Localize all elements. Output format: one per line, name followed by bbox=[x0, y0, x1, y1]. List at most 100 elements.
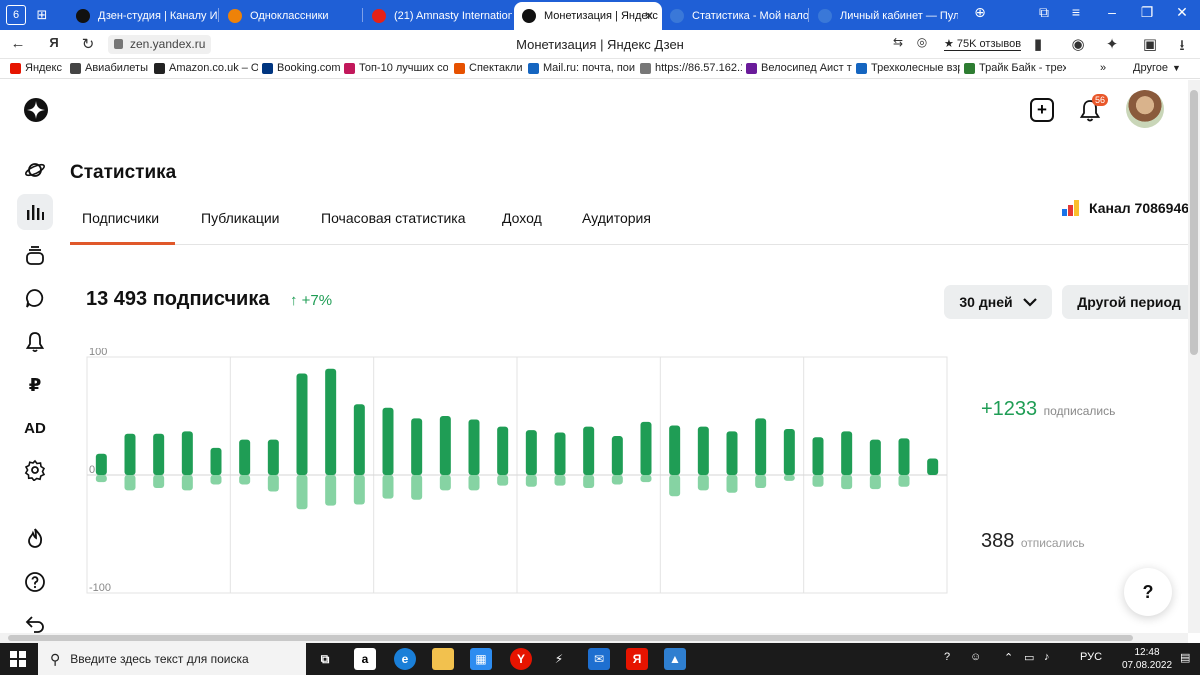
tab-income[interactable]: Доход bbox=[502, 210, 542, 226]
tab-subscribers[interactable]: Подписчики bbox=[82, 210, 159, 226]
horizontal-scrollbar[interactable] bbox=[0, 633, 1188, 643]
undo-icon[interactable] bbox=[17, 606, 53, 633]
bookmark-item[interactable]: Яндекс bbox=[10, 62, 66, 74]
notifications-button[interactable]: 56 bbox=[1078, 94, 1109, 129]
tab-audience[interactable]: Аудитория bbox=[582, 210, 651, 226]
tab-counter-icon[interactable]: 6 bbox=[6, 5, 26, 25]
reload-icon[interactable]: ↻ bbox=[78, 35, 98, 53]
volume-icon[interactable]: ♪ bbox=[1044, 651, 1050, 663]
stats-icon[interactable] bbox=[17, 194, 53, 230]
store-icon[interactable]: ▦ bbox=[470, 648, 492, 670]
bookmark-label: Трайк Байк - трех bbox=[979, 62, 1066, 74]
planet-icon[interactable] bbox=[17, 152, 53, 188]
bar-unsubscribed bbox=[210, 475, 222, 485]
language-indicator[interactable]: РУС bbox=[1080, 651, 1102, 663]
browser-tab[interactable]: Статистика - Мой налог bbox=[662, 3, 808, 28]
windows-start-icon[interactable] bbox=[10, 651, 26, 672]
create-icon[interactable]: + bbox=[1030, 98, 1054, 122]
hscroll-thumb[interactable] bbox=[8, 635, 1133, 641]
close-window-icon[interactable]: ✕ bbox=[1172, 4, 1192, 21]
ruble-icon[interactable]: ₽ bbox=[17, 367, 53, 403]
bookmarks-other[interactable]: Другое ▼ bbox=[1133, 62, 1181, 74]
new-tab-icon[interactable]: ⊕ bbox=[970, 4, 990, 21]
protect-icon[interactable]: ◉ bbox=[1068, 35, 1088, 53]
tab-manager-icon[interactable]: ⧉ bbox=[1034, 4, 1054, 21]
bookmark-item[interactable]: Топ-10 лучших со bbox=[344, 62, 448, 74]
mail-icon[interactable]: ✉ bbox=[588, 648, 610, 670]
bar-unsubscribed bbox=[95, 475, 107, 483]
scroll-thumb[interactable] bbox=[1190, 90, 1198, 355]
bookmark-item[interactable]: https://86.57.162.1 bbox=[640, 62, 742, 74]
menu-icon[interactable]: ≡ bbox=[1066, 4, 1086, 20]
help-button[interactable]: ? bbox=[1124, 568, 1172, 616]
subscribers-chart: 1000-10009 июл14 июл19 июл24 июл29 июл03… bbox=[86, 348, 948, 594]
translate-icon[interactable]: ◎ bbox=[912, 35, 932, 49]
restore-icon[interactable]: ❐ bbox=[1137, 4, 1157, 21]
help-tray-icon[interactable]: ? bbox=[944, 651, 950, 663]
notification-center-icon[interactable]: ▤ bbox=[1180, 651, 1190, 664]
channel-selector[interactable]: Канал 7086946 bbox=[1062, 200, 1188, 216]
clock[interactable]: 12:48 07.08.2022 bbox=[1122, 646, 1172, 672]
amazon-icon[interactable]: a bbox=[354, 648, 376, 670]
explorer-icon[interactable] bbox=[432, 648, 454, 670]
tab-publications[interactable]: Публикации bbox=[201, 210, 279, 226]
download-icon[interactable]: ⭳ bbox=[1172, 35, 1192, 60]
browser-tab[interactable]: Монетизация | Яндекс ✕ bbox=[514, 2, 662, 30]
app-icon[interactable]: ⚡ bbox=[548, 648, 570, 670]
task-view-icon[interactable]: ⧉ bbox=[314, 648, 336, 670]
bookmark-item[interactable]: Трехколесные взр bbox=[856, 62, 960, 74]
browser-tab[interactable]: (21) Amnasty International bbox=[364, 3, 512, 28]
tab-hourly-stats[interactable]: Почасовая статистика bbox=[321, 210, 466, 226]
yandex-icon[interactable]: Я bbox=[626, 648, 648, 670]
bookmark-item[interactable]: Спектакли bbox=[454, 62, 524, 74]
url-field[interactable]: zen.yandex.ru bbox=[108, 35, 212, 54]
vertical-scrollbar[interactable] bbox=[1188, 80, 1200, 633]
bookmark-item[interactable]: Amazon.co.uk – Or bbox=[154, 62, 258, 74]
reviews-link[interactable]: ★ 75K отзывов bbox=[944, 37, 1022, 51]
period-dropdown[interactable]: 30 дней bbox=[944, 285, 1052, 319]
photos-icon[interactable]: ▲ bbox=[664, 648, 686, 670]
bookmark-item[interactable]: Трайк Байк - трех bbox=[964, 62, 1066, 74]
tab-separator bbox=[362, 8, 363, 22]
fire-icon[interactable] bbox=[17, 520, 53, 556]
other-period-button[interactable]: Другой период bbox=[1062, 285, 1188, 319]
account-icon[interactable]: ▣ bbox=[1140, 35, 1160, 53]
avatar[interactable] bbox=[1126, 90, 1164, 128]
ad-icon[interactable]: AD bbox=[17, 410, 53, 446]
minimize-icon[interactable]: – bbox=[1102, 4, 1122, 20]
edge-icon[interactable]: e bbox=[394, 648, 416, 670]
bar-subscribed bbox=[898, 438, 910, 475]
layers-icon[interactable] bbox=[17, 238, 53, 274]
growth-badge: ↑ +7% bbox=[290, 292, 333, 309]
chevron-down-icon bbox=[1022, 298, 1037, 307]
share-icon[interactable]: ⇆ bbox=[888, 35, 908, 49]
bookmark-item[interactable]: Велосипед Аист тр bbox=[746, 62, 852, 74]
bar-subscribed bbox=[841, 431, 853, 475]
browser-tab[interactable]: Одноклассники bbox=[220, 3, 362, 28]
extension-icon[interactable]: ✦ bbox=[1102, 35, 1122, 53]
yandex-icon[interactable]: Я bbox=[44, 35, 64, 50]
close-tab-icon[interactable]: ✕ bbox=[644, 9, 654, 23]
bookmark-item[interactable]: Авиабилеты bbox=[70, 62, 150, 74]
bar-unsubscribed bbox=[411, 475, 423, 500]
people-icon[interactable]: ☺ bbox=[970, 651, 981, 663]
bookmarks-more[interactable]: » bbox=[1100, 62, 1106, 74]
bar-unsubscribed bbox=[669, 475, 681, 497]
yandex-browser-icon[interactable]: Y bbox=[510, 648, 532, 670]
back-icon[interactable]: ← bbox=[8, 35, 28, 52]
browser-tab[interactable]: Личный кабинет — Пул bbox=[810, 3, 958, 28]
gear-icon[interactable] bbox=[17, 452, 53, 488]
bell-icon[interactable] bbox=[17, 324, 53, 360]
taskbar-search[interactable]: ⚲ Введите здесь текст для поиска bbox=[38, 643, 306, 675]
zen-logo-icon[interactable] bbox=[24, 98, 48, 122]
bookmark-item[interactable]: Booking.com bbox=[262, 62, 340, 74]
bookmark-icon[interactable]: ▮ bbox=[1028, 35, 1048, 53]
bookmark-item[interactable]: Mail.ru: почта, пои bbox=[528, 62, 636, 74]
new-tab-group-icon[interactable]: ⊞ bbox=[32, 5, 52, 25]
zen-icon bbox=[76, 8, 90, 23]
browser-tab[interactable]: Дзен-студия | Каналу ИС bbox=[68, 3, 218, 28]
chat-icon[interactable] bbox=[17, 280, 53, 316]
network-icon[interactable]: ▭ bbox=[1024, 651, 1034, 664]
show-hidden-icon[interactable]: ⌃ bbox=[1004, 651, 1013, 664]
help-icon[interactable] bbox=[17, 564, 53, 600]
